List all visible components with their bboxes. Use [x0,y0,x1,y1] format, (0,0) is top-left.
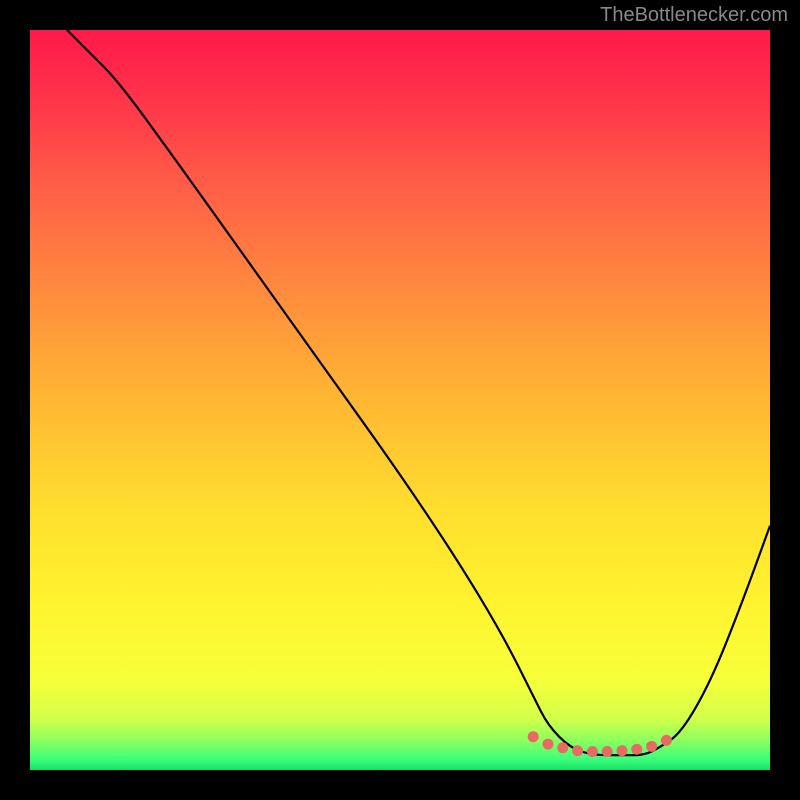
chart-container: TheBottlenecker.com [0,0,800,800]
marker-dot [528,731,539,742]
marker-dot [661,735,672,746]
marker-dot [602,746,613,757]
marker-dot [631,744,642,755]
marker-dot [646,741,657,752]
marker-dot [587,746,598,757]
marker-dot [572,745,583,756]
plot-area [30,30,770,770]
gradient-background [30,30,770,770]
attribution-text: TheBottlenecker.com [600,4,788,27]
marker-dot [617,745,628,756]
chart-svg [30,30,770,770]
marker-dot [557,742,568,753]
marker-dot [543,739,554,750]
